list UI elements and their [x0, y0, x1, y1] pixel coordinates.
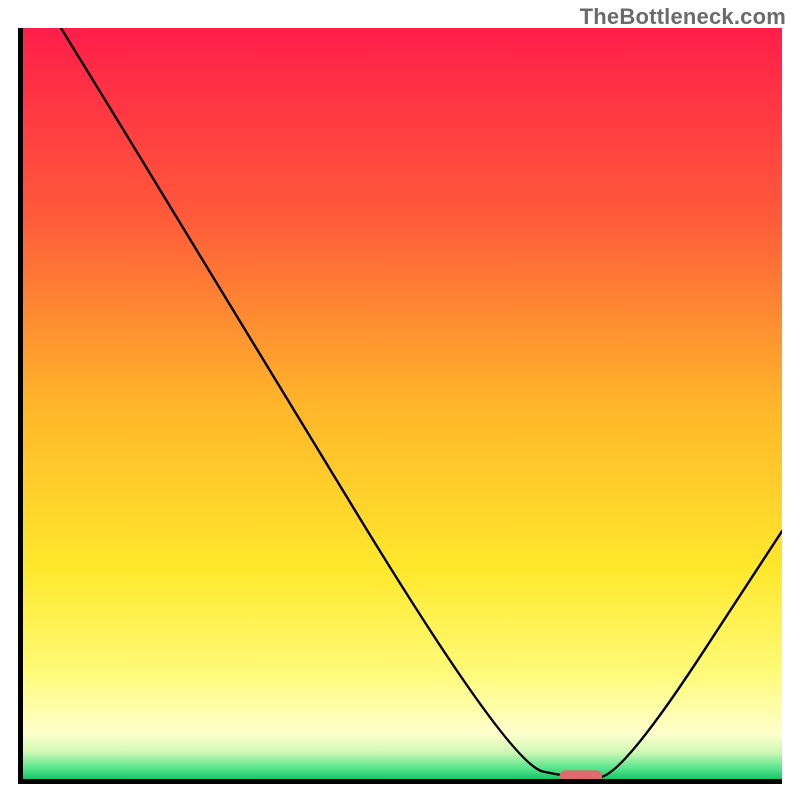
chart-svg: [23, 28, 782, 779]
chart-frame: TheBottleneck.com: [0, 0, 800, 800]
optimal-marker: [560, 771, 602, 779]
plot-area: [18, 28, 782, 784]
gradient-background: [23, 28, 782, 779]
watermark-text: TheBottleneck.com: [580, 4, 786, 30]
